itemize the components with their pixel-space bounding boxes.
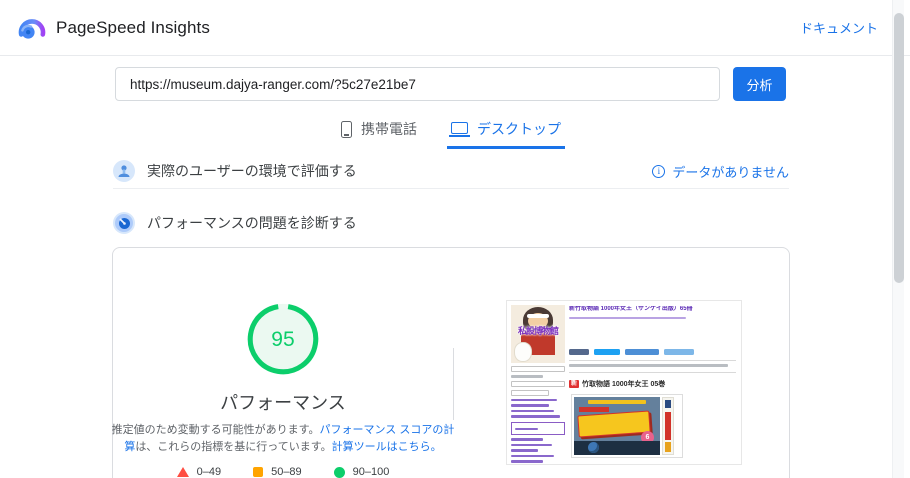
thumbnail-search-box: [511, 380, 565, 387]
legend-range-average: 50–89: [271, 466, 302, 478]
pagespeed-insights-page: PageSpeed Insights ドキュメント 分析 携帯電話 デスクトップ…: [0, 0, 910, 478]
page-title: PageSpeed Insights: [56, 17, 210, 37]
thumbnail-button: [511, 389, 549, 396]
thumbnail-link-line: [511, 415, 560, 418]
thumbnail-link-line: [511, 449, 538, 452]
score-legend: 0–49 50–89 90–100: [176, 466, 390, 478]
red-triangle-icon: [176, 467, 189, 477]
vertical-divider: [453, 348, 454, 420]
performance-card: 95 パフォーマンス 推定値のため変動する可能性があります。パフォーマンス スコ…: [112, 247, 790, 478]
device-tabs: 携帯電話 デスクトップ: [113, 115, 789, 149]
spine-art: [665, 441, 671, 452]
thumbnail-link-line: [511, 409, 555, 412]
article-heading-text: 竹取物語 1000年女王 05巻: [582, 380, 666, 388]
share-button: [664, 349, 694, 356]
thumbnail-share-buttons: [569, 349, 736, 356]
field-data-section-header: 実際のユーザーの環境で評価する i データがありません: [113, 154, 789, 188]
cover-art: [577, 410, 651, 438]
thumbnail-link-line: [511, 454, 555, 457]
thumbnail-text-line: [511, 375, 544, 378]
thumbnail-article-heading: 新 竹取物語 1000年女王 05巻: [569, 379, 736, 389]
url-input[interactable]: [115, 67, 720, 101]
legend-item-poor: 0–49: [176, 466, 222, 478]
share-button: [594, 349, 620, 356]
section-divider: [113, 188, 789, 189]
banner-art: [527, 314, 549, 318]
score-column: 95 パフォーマンス 推定値のため変動する可能性があります。パフォーマンス スコ…: [112, 248, 454, 478]
field-data-section-title: 実際のユーザーの環境で評価する: [147, 163, 357, 179]
no-data-status[interactable]: i データがありません: [652, 162, 789, 181]
info-icon: i: [652, 164, 666, 178]
legend-item-average: 50–89: [253, 466, 302, 478]
thumbnail-link-line: [515, 427, 538, 430]
thumbnail-link-line: [511, 404, 549, 407]
tab-mobile-label: 携帯電話: [361, 121, 417, 137]
thumbnail-select-box: [511, 366, 565, 372]
thumbnail-cover-figure: 6: [571, 393, 683, 458]
spine-art: [665, 411, 671, 440]
manga-book-spine: [662, 396, 674, 455]
mobile-icon: [341, 120, 352, 138]
thumbnail-sidebar: 私設博物館: [511, 305, 565, 464]
thumbnail-category-box: [511, 421, 565, 435]
documentation-link[interactable]: ドキュメント: [800, 18, 878, 37]
cover-art: [588, 441, 599, 453]
field-data-user-icon: [113, 160, 135, 182]
score-label: パフォーマンス: [220, 393, 346, 413]
desktop-icon: [449, 122, 470, 137]
thumbnail-divider: [569, 360, 736, 362]
app-header: PageSpeed Insights ドキュメント: [0, 0, 910, 56]
scrollbar-thumb[interactable]: [894, 13, 904, 283]
thumbnail-breadcrumb-line: [569, 316, 686, 320]
thumbnail-site-banner: 私設博物館: [511, 305, 565, 363]
lab-gauge-icon: [113, 212, 135, 234]
disclaimer-text-2: は、これらの指標を基に行っています。: [135, 440, 332, 453]
thumbnail-main-content: 新竹取物語 1000年女王（サンケイ出版）65冊 新 竹取物語 1000年女王 …: [569, 306, 736, 464]
thumbnail-tags-line: [569, 364, 728, 367]
thumbnail-site-name: 私設博物館: [517, 326, 559, 336]
new-badge: 新: [569, 379, 580, 388]
no-data-label: データがありません: [672, 164, 789, 180]
page-screenshot-thumbnail: 私設博物館 新竹取物語 1000年女王（サンケイ出版）65冊 新 竹取物語 10…: [507, 301, 741, 464]
legend-item-good: 90–100: [333, 466, 390, 478]
thumbnail-link-line: [511, 398, 557, 401]
scrollbar-track[interactable]: [892, 0, 904, 478]
banner-art: [515, 343, 531, 361]
manga-cover-art: 6: [574, 396, 660, 455]
performance-score-gauge: 95: [247, 303, 319, 375]
thumbnail-post-title: 新竹取物語 1000年女王（サンケイ出版）65冊: [569, 306, 693, 312]
lab-data-section-title: パフォーマンスの問題を診断する: [147, 215, 357, 231]
analyze-button[interactable]: 分析: [733, 67, 786, 101]
thumbnail-divider: [569, 371, 736, 373]
legend-range-poor: 0–49: [196, 466, 222, 478]
spine-art: [665, 399, 671, 408]
thumbnail-link-line: [511, 438, 544, 441]
share-button: [625, 349, 659, 356]
green-circle-icon: [333, 466, 345, 478]
share-button: [569, 349, 589, 356]
disclaimer-text-1: 推定値のため変動する可能性があります。: [111, 424, 320, 436]
cover-art: [588, 399, 646, 404]
thumbnail-link-line: [511, 460, 544, 463]
orange-square-icon: [253, 467, 264, 477]
score-value: 95: [271, 328, 294, 351]
calculator-link[interactable]: 計算ツールはこちら。: [332, 441, 442, 453]
cover-art: [574, 440, 660, 455]
tab-desktop-label: デスクトップ: [477, 121, 561, 137]
cover-art: [579, 406, 609, 412]
tab-mobile[interactable]: 携帯電話: [337, 115, 421, 149]
legend-range-good: 90–100: [352, 466, 390, 478]
tab-desktop[interactable]: デスクトップ: [447, 115, 565, 149]
lab-data-section-header: パフォーマンスの問題を診断する: [113, 208, 789, 238]
score-disclaimer: 推定値のため変動する可能性があります。パフォーマンス スコアの計算は、これらの指…: [107, 422, 459, 455]
thumbnail-link-line: [511, 443, 552, 446]
pagespeed-logo-icon: [18, 18, 46, 39]
